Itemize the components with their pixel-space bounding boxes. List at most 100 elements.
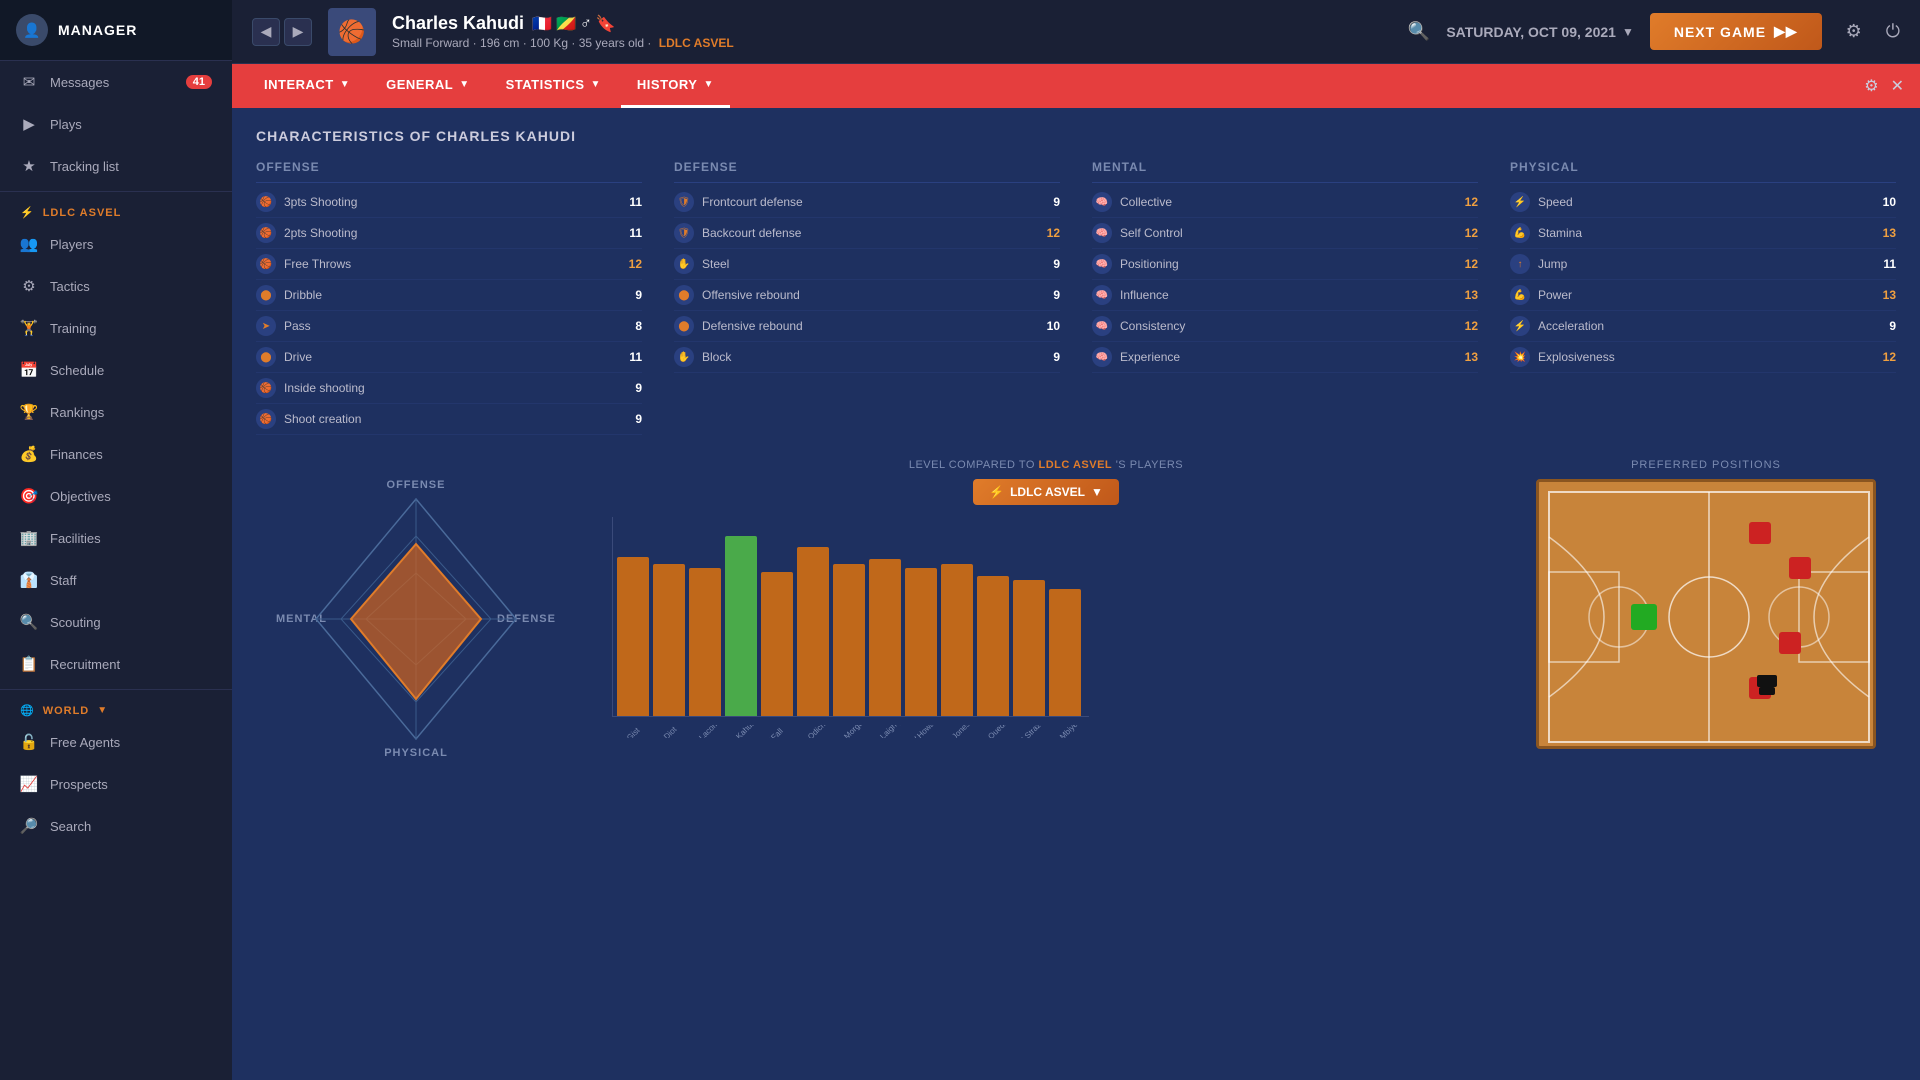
char-row: ⬤ Dribble 9: [256, 280, 642, 311]
char-name: Frontcourt defense: [702, 195, 1036, 209]
bar-chart-area: J.GistA.DiotP.LacombeC.KahudiY.FallB.Odi…: [608, 517, 1484, 738]
sidebar-item-training[interactable]: 🏋 Training: [0, 307, 232, 349]
char-value: 9: [1044, 350, 1060, 364]
bar-item: [689, 568, 721, 716]
basket-marker: [1757, 675, 1777, 687]
sidebar-section-team[interactable]: ⚡ LDLC ASVEL: [0, 196, 232, 223]
char-value: 11: [626, 350, 642, 364]
nav-arrows: ◀ ▶: [252, 18, 312, 46]
bar-label: P.Lacombe: [693, 725, 722, 738]
team-selector: ⚡ LDLC ASVEL ▼: [608, 479, 1484, 505]
bar-label: Y.Fall: [765, 725, 794, 738]
characteristics-grid: OFFENSE 🏀 3pts Shooting 11 🏀 2pts Shooti…: [256, 160, 1896, 435]
sidebar-item-label: Recruitment: [50, 657, 120, 672]
tab-general-label: GENERAL: [386, 77, 453, 92]
bar-chart: [612, 517, 1089, 717]
tab-interact[interactable]: INTERACT ▼: [248, 64, 366, 108]
basketball-court: [1536, 479, 1876, 749]
char-name: Inside shooting: [284, 381, 618, 395]
stat-icon: ↑: [1510, 254, 1530, 274]
char-value: 9: [626, 381, 642, 395]
bar-labels: J.GistA.DiotP.LacombeC.KahudiY.FallB.Odi…: [612, 725, 1089, 738]
bar-label: B.Odicho: [801, 725, 830, 738]
sidebar-item-schedule[interactable]: 📅 Schedule: [0, 349, 232, 391]
stat-icon: 🧠: [1092, 285, 1112, 305]
tab-statistics[interactable]: STATISTICS ▼: [490, 64, 617, 108]
team-selector-button[interactable]: ⚡ LDLC ASVEL ▼: [973, 479, 1119, 505]
team-selector-label: LDLC ASVEL: [1010, 485, 1085, 499]
char-row: 🧠 Consistency 12: [1092, 311, 1478, 342]
main-area: ◀ ▶ 🏀 Charles Kahudi 🇫🇷 🇨🇬 ♂ 🔖 Small For…: [232, 0, 1920, 1080]
stat-icon: 🏀: [256, 378, 276, 398]
sidebar-item-finances[interactable]: 💰 Finances: [0, 433, 232, 475]
char-row: 💥 Explosiveness 12: [1510, 342, 1896, 373]
char-value: 11: [626, 195, 642, 209]
stat-icon: 🏀: [256, 409, 276, 429]
prospects-icon: 📈: [20, 775, 38, 793]
messages-icon: ✉: [20, 73, 38, 91]
tab-interact-arrow: ▼: [340, 79, 350, 90]
next-game-button[interactable]: NEXT GAME ▶▶: [1650, 13, 1822, 50]
sidebar-section-world[interactable]: 🌐 WORLD ▼: [0, 694, 232, 721]
date-dropdown[interactable]: ▼: [1622, 25, 1634, 39]
sidebar-item-objectives[interactable]: 🎯 Objectives: [0, 475, 232, 517]
player-marker-current: [1631, 604, 1657, 630]
sidebar-item-tactics[interactable]: ⚙ Tactics: [0, 265, 232, 307]
settings-icon[interactable]: ⚙: [1846, 21, 1862, 42]
bar-chart-container: LEVEL COMPARED TO LDLC ASVEL 'S PLAYERS …: [600, 459, 1492, 779]
chart-team-highlight[interactable]: LDLC ASVEL: [1038, 459, 1112, 471]
court-title: PREFERRED POSITIONS: [1631, 459, 1781, 471]
sidebar-item-scouting[interactable]: 🔍 Scouting: [0, 601, 232, 643]
schedule-icon: 📅: [20, 361, 38, 379]
sidebar-item-players[interactable]: 👥 Players: [0, 223, 232, 265]
sidebar-item-prospects[interactable]: 📈 Prospects: [0, 763, 232, 805]
char-row: 🏀 Free Throws 12: [256, 249, 642, 280]
tab-statistics-label: STATISTICS: [506, 77, 585, 92]
stat-icon: ✋: [674, 254, 694, 274]
search-icon-top[interactable]: 🔍: [1408, 21, 1430, 42]
physical-header: PHYSICAL: [1510, 160, 1896, 183]
recruitment-icon: 📋: [20, 655, 38, 673]
player-team-link[interactable]: LDLC ASVEL: [659, 36, 734, 50]
bar-item: [797, 547, 829, 716]
sidebar-item-plays[interactable]: ▶ Plays: [0, 103, 232, 145]
team-icon: ⚡: [20, 206, 35, 219]
bar-label: A.Diot: [657, 725, 686, 738]
sidebar-item-label: Rankings: [50, 405, 104, 420]
sidebar-item-search[interactable]: 🔎 Search: [0, 805, 232, 847]
tab-close-icon[interactable]: ✕: [1891, 76, 1904, 96]
facilities-icon: 🏢: [20, 529, 38, 547]
char-row: 🧠 Experience 13: [1092, 342, 1478, 373]
char-value: 13: [1880, 288, 1896, 302]
char-row: ⚡ Speed 10: [1510, 187, 1896, 218]
court-container: PREFERRED POSITIONS: [1516, 459, 1896, 779]
char-value: 9: [1880, 319, 1896, 333]
sidebar-item-recruitment[interactable]: 📋 Recruitment: [0, 643, 232, 685]
nav-back-button[interactable]: ◀: [252, 18, 280, 46]
sidebar-item-facilities[interactable]: 🏢 Facilities: [0, 517, 232, 559]
sidebar-item-label: Staff: [50, 573, 77, 588]
sidebar-item-free-agents[interactable]: 🔓 Free Agents: [0, 721, 232, 763]
char-row: 🧠 Self Control 12: [1092, 218, 1478, 249]
bar-chart-title: LEVEL COMPARED TO LDLC ASVEL 'S PLAYERS: [608, 459, 1484, 471]
bar-label: B.Mbiye: [1053, 725, 1082, 738]
stat-icon: 🛡: [674, 223, 694, 243]
char-name: Collective: [1120, 195, 1454, 209]
sidebar-item-messages[interactable]: ✉ Messages 41: [0, 61, 232, 103]
nav-forward-button[interactable]: ▶: [284, 18, 312, 46]
sidebar-item-label: Scouting: [50, 615, 101, 630]
tab-history[interactable]: HISTORY ▼: [621, 64, 730, 108]
bar-label: M.Strazel: [1017, 725, 1046, 738]
sidebar-item-rankings[interactable]: 🏆 Rankings: [0, 391, 232, 433]
world-section-label: WORLD: [43, 705, 90, 717]
power-icon[interactable]: ⏻: [1886, 21, 1900, 42]
bar-label: D.Ouedraogo: [981, 725, 1010, 738]
sidebar-item-staff[interactable]: 👔 Staff: [0, 559, 232, 601]
bar-label: R.Morgan: [837, 725, 866, 738]
tab-settings-icon[interactable]: ⚙: [1864, 76, 1878, 96]
char-name: Block: [702, 350, 1036, 364]
tab-general[interactable]: GENERAL ▼: [370, 64, 485, 108]
bar-item: [941, 564, 973, 716]
manager-icon: 👤: [23, 22, 40, 39]
sidebar-item-tracking[interactable]: ★ Tracking list: [0, 145, 232, 187]
